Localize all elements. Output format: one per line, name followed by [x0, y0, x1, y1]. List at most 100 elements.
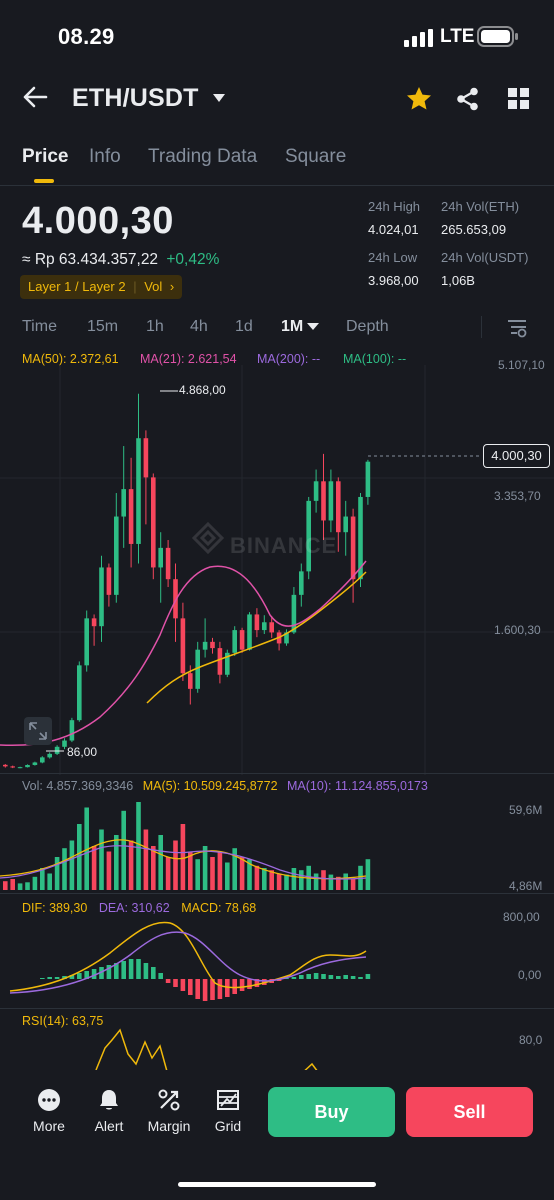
margin-icon[interactable] — [157, 1088, 181, 1112]
tag-layer[interactable]: Layer 1 / Layer 2 — [28, 279, 126, 294]
macd-axis-zero: 0,00 — [518, 968, 542, 982]
buy-button[interactable]: Buy — [268, 1087, 395, 1137]
volume-bar — [121, 810, 126, 890]
category-tags[interactable]: Layer 1 / Layer 2 | Vol › — [20, 275, 183, 299]
candle-body — [121, 489, 126, 517]
volume-bar — [284, 874, 289, 890]
favorite-star-icon[interactable] — [406, 86, 432, 111]
watermark-text: BINANCE — [230, 533, 338, 558]
macd-bar — [188, 979, 193, 995]
stat-vol-eth-label: 24h Vol(ETH) — [441, 199, 520, 214]
volume-axis-bottom: 4,86M — [509, 879, 543, 893]
macd-bar — [217, 979, 223, 999]
nav-alert-label[interactable]: Alert — [82, 1118, 136, 1134]
candle-body — [269, 622, 274, 633]
candle-body — [136, 438, 141, 544]
price-change: +0,42% — [166, 251, 220, 268]
candle-body — [328, 481, 334, 521]
back-arrow-icon[interactable] — [22, 86, 48, 108]
interval-depth[interactable]: Depth — [346, 318, 389, 336]
macd-bar — [328, 975, 334, 979]
divider — [0, 893, 554, 894]
candle-body — [365, 461, 371, 497]
macd-bar — [143, 963, 149, 979]
nav-grid[interactable]: Grid — [201, 1088, 255, 1134]
bell-icon[interactable] — [97, 1088, 121, 1112]
macd-bar — [299, 975, 304, 979]
caret-down-icon[interactable] — [212, 93, 226, 103]
candle-body — [47, 753, 52, 758]
macd-bar — [121, 961, 126, 979]
candle-body — [343, 516, 348, 533]
battery-icon — [477, 26, 518, 47]
volume-bar — [114, 835, 119, 890]
binance-watermark — [191, 521, 225, 555]
volume-bar — [10, 879, 15, 890]
price-axis-top: 5.107,10 — [498, 358, 545, 372]
interval-1d[interactable]: 1d — [235, 318, 253, 336]
tab-trading-data[interactable]: Trading Data — [148, 146, 257, 168]
volume-bar — [47, 873, 52, 890]
volume-bar — [128, 840, 134, 890]
nav-grid-label[interactable]: Grid — [201, 1118, 255, 1134]
stat-low-label: 24h Low — [368, 250, 418, 265]
candle-body — [69, 720, 75, 741]
volume-bar — [299, 870, 304, 890]
candle-body — [40, 757, 45, 763]
volume-bar — [202, 846, 208, 890]
volume-value: Vol: 4.857.369,3346 — [22, 779, 134, 793]
share-icon[interactable] — [456, 87, 480, 111]
sell-button[interactable]: Sell — [406, 1087, 533, 1137]
interval-1h[interactable]: 1h — [146, 318, 164, 336]
interval-4h[interactable]: 4h — [190, 318, 208, 336]
network-type: LTE — [440, 26, 475, 47]
nav-more[interactable]: More — [22, 1088, 76, 1134]
nav-margin[interactable]: Margin — [142, 1088, 196, 1134]
volume-bar — [217, 851, 223, 890]
candlestick-chart[interactable] — [0, 345, 554, 775]
price-axis-mid2: 1.600,30 — [494, 623, 541, 637]
macd-dea: DEA: 310,62 — [98, 901, 170, 915]
divider — [0, 1008, 554, 1009]
volume-bar — [210, 857, 215, 890]
macd-bar — [239, 979, 245, 991]
tag-vol[interactable]: Vol — [144, 279, 162, 294]
tab-price[interactable]: Price — [22, 146, 68, 168]
nav-alert[interactable]: Alert — [82, 1088, 136, 1134]
volume-axis-top: 59,6M — [509, 803, 543, 817]
volume-bar — [62, 848, 67, 890]
volume-bar — [17, 883, 23, 890]
candle-body — [165, 547, 171, 580]
interval-caret-icon[interactable] — [307, 323, 319, 331]
chart-settings-icon[interactable] — [507, 318, 527, 338]
volume-bar — [173, 840, 178, 890]
volume-bar — [91, 846, 97, 890]
tab-square[interactable]: Square — [285, 146, 346, 168]
interval-15m[interactable]: 15m — [87, 318, 118, 336]
candle-body — [143, 438, 149, 478]
tab-info[interactable]: Info — [89, 146, 121, 168]
macd-bar — [195, 979, 200, 999]
nav-margin-label[interactable]: Margin — [142, 1118, 196, 1134]
volume-bar — [276, 873, 282, 890]
interval-time[interactable]: Time — [22, 318, 57, 336]
macd-bar — [306, 974, 311, 979]
macd-axis-top: 800,00 — [503, 910, 540, 924]
pair-selector[interactable]: ETH/USDT — [72, 84, 199, 113]
layout-grid-icon[interactable] — [508, 88, 529, 109]
macd-bar — [343, 975, 348, 979]
candle-body — [17, 767, 23, 769]
nav-more-label[interactable]: More — [22, 1118, 76, 1134]
more-icon[interactable] — [37, 1088, 61, 1112]
macd-chart — [9, 921, 371, 1001]
interval-1m[interactable]: 1M — [281, 318, 303, 336]
volume-bar — [54, 857, 60, 890]
macd-legend: DIF: 389,30 DEA: 310,62 MACD: 78,68 — [22, 901, 256, 915]
fullscreen-button[interactable] — [24, 717, 52, 745]
candle-body — [151, 477, 156, 568]
macd-bar — [232, 979, 237, 994]
volume-bar — [313, 873, 319, 890]
volume-bar — [254, 865, 260, 890]
grid-bot-icon[interactable] — [216, 1088, 240, 1112]
macd-bar — [180, 979, 186, 991]
